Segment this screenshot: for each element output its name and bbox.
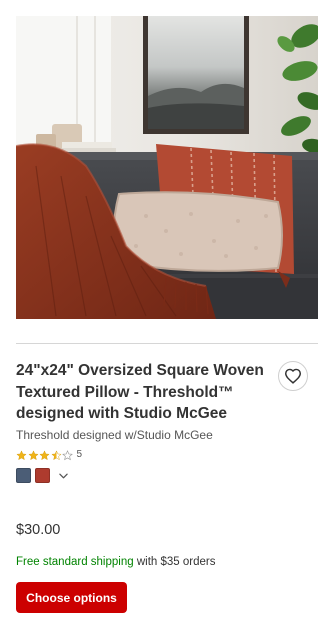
swatch-blue-gray[interactable] [16,468,31,483]
heart-outline-icon [284,368,301,384]
brand-name[interactable]: Threshold designed w/Studio McGee [16,428,213,442]
divider [16,343,318,344]
star-full-icon [27,449,39,460]
free-shipping-label: Free standard shipping [16,556,134,568]
product-title[interactable]: 24"x24" Oversized Square Woven Textured … [16,360,278,425]
star-full-icon [39,449,50,460]
product-image[interactable] [16,16,318,319]
star-full-icon [16,449,27,460]
shipping-condition: with $35 orders [133,556,216,568]
color-swatches [16,467,70,484]
star-rating[interactable]: 5 [16,449,82,461]
review-count: 5 [76,449,83,460]
chevron-down-icon [58,473,68,478]
product-price: $30.00 [16,522,61,538]
swatch-rust-red[interactable] [35,468,50,483]
shipping-info: Free standard shipping with $35 orders [16,555,215,569]
star-empty-icon [62,449,73,460]
expand-swatches-button[interactable] [56,469,70,483]
favorite-button[interactable] [278,361,308,391]
star-half-icon [50,449,62,460]
choose-options-button[interactable]: Choose options [16,582,127,613]
product-card: 24"x24" Oversized Square Woven Textured … [0,0,336,628]
